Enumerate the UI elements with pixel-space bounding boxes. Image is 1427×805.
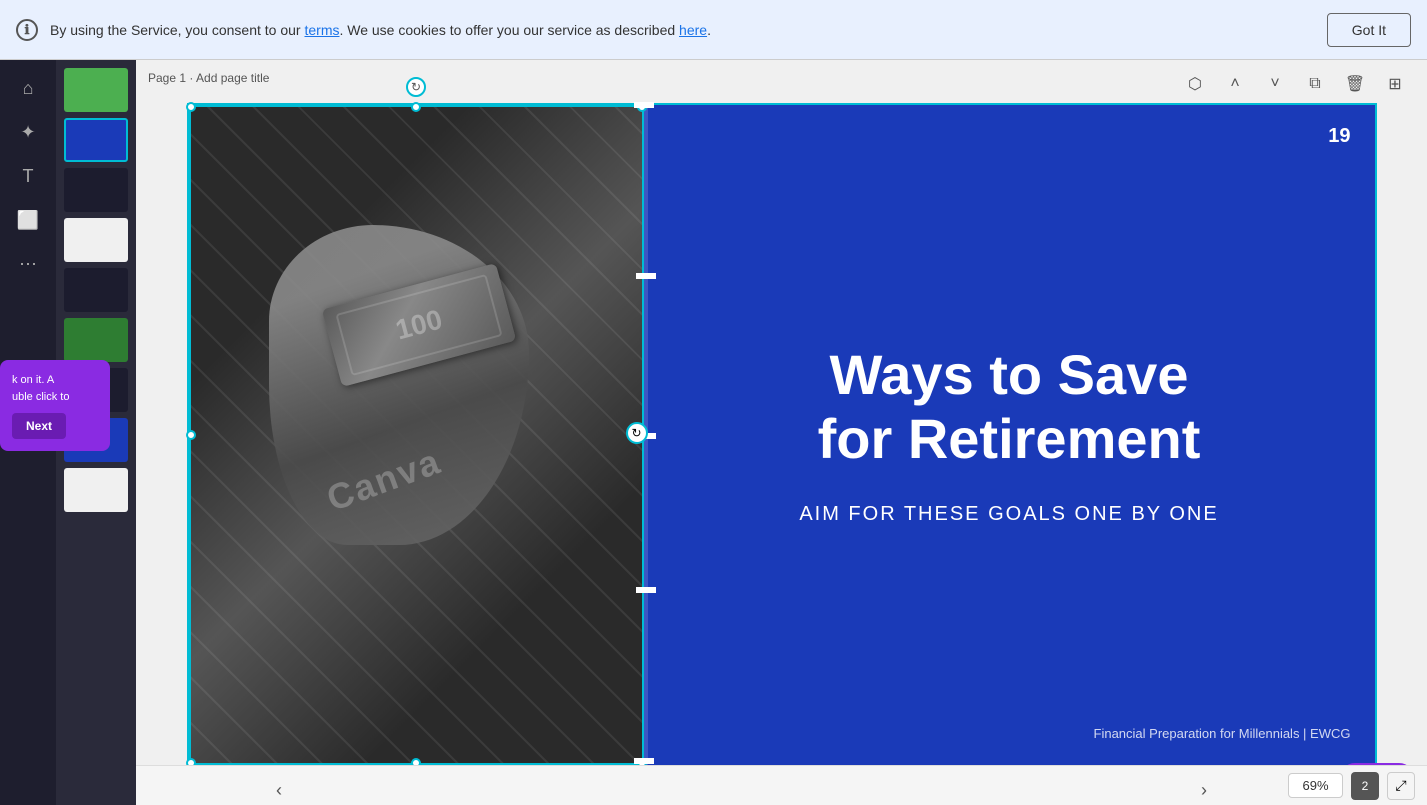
sidebar-home[interactable]: ⌂ — [8, 68, 48, 108]
thumbnail-5[interactable] — [64, 268, 128, 312]
border-handle-midtop[interactable] — [636, 273, 656, 279]
banner-text: By using the Service, you consent to our… — [50, 22, 1327, 38]
info-icon: ℹ — [16, 19, 38, 41]
tooltip-popup: k on it. A uble click to Next — [0, 360, 110, 451]
page-indicator: 2 — [1351, 772, 1379, 800]
canvas-area: 100 Canva ↻ 19 Ways to Savefor Retiremen… — [136, 100, 1427, 765]
expand-button[interactable]: ⤢ — [1387, 772, 1415, 800]
more-options-icon[interactable]: ⊞ — [1379, 68, 1411, 100]
slide-image-panel[interactable]: 100 Canva — [189, 105, 644, 765]
page-title-input[interactable] — [148, 71, 303, 85]
thumbnail-6[interactable] — [64, 318, 128, 362]
chevron-down-icon[interactable]: ˅ — [1259, 68, 1291, 100]
thumbnail-3[interactable] — [64, 168, 128, 212]
tooltip-text: k on it. A uble click to — [12, 372, 98, 405]
terms-link[interactable]: terms — [304, 22, 339, 38]
chevron-up-icon[interactable]: ˄ — [1219, 68, 1251, 100]
here-link[interactable]: here — [679, 22, 707, 38]
sidebar-apps[interactable]: ⋯ — [8, 244, 48, 284]
sidebar-text[interactable]: T — [8, 156, 48, 196]
slide-image-bg: 100 Canva — [189, 105, 644, 765]
border-handle-bot[interactable] — [634, 758, 654, 764]
arrange-icon[interactable]: ⬡ — [1179, 68, 1211, 100]
slide-content-panel[interactable]: 19 Ways to Savefor Retirement AIM FOR TH… — [644, 105, 1375, 765]
got-it-button[interactable]: Got It — [1327, 13, 1411, 47]
rotate-icon-mid[interactable]: ↻ — [626, 422, 648, 444]
slide-footer: Financial Preparation for Millennials | … — [1094, 726, 1351, 741]
nav-next-button[interactable]: › — [1201, 780, 1207, 801]
slide-subtitle[interactable]: AIM FOR THESE GOALS ONE BY ONE — [799, 503, 1218, 526]
next-button[interactable]: Next — [12, 413, 66, 439]
cookie-banner: ℹ By using the Service, you consent to o… — [0, 0, 1427, 60]
border-handle-midbot[interactable] — [636, 587, 656, 593]
sidebar-media[interactable]: ⬜ — [8, 200, 48, 240]
canvas-toolbar: ⬡ ˄ ˅ ⧉ 🗑 ⊞ — [1179, 68, 1411, 100]
thumbnail-1[interactable] — [64, 68, 128, 112]
nav-prev-button[interactable]: ‹ — [276, 780, 282, 801]
slide-title[interactable]: Ways to Savefor Retirement — [778, 343, 1241, 472]
bottom-bar: ‹ 69% 2 ⤢ › — [136, 765, 1427, 805]
thumbnail-4[interactable] — [64, 218, 128, 262]
border-handle-top[interactable] — [634, 102, 654, 108]
sidebar-elements[interactable]: ✦ — [8, 112, 48, 152]
thumbnail-9[interactable] — [64, 468, 128, 512]
slide-wrapper[interactable]: 100 Canva ↻ 19 Ways to Savefor Retiremen… — [187, 103, 1377, 763]
zoom-level[interactable]: 69% — [1288, 773, 1343, 798]
slide-number: 19 — [1328, 125, 1350, 148]
thumbnail-2[interactable] — [64, 118, 128, 162]
duplicate-icon[interactable]: ⧉ — [1299, 68, 1331, 100]
delete-icon[interactable]: 🗑 — [1339, 68, 1371, 100]
